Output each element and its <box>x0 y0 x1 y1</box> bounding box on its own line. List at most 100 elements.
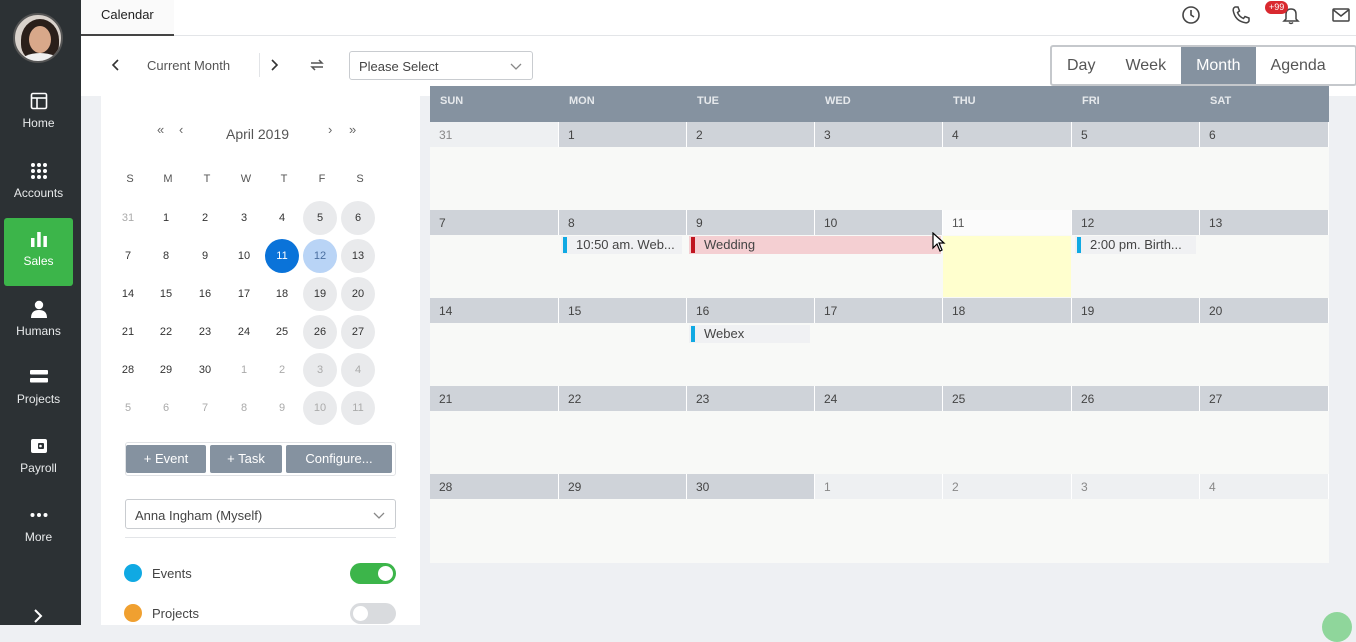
tab-calendar[interactable]: Calendar <box>81 0 174 36</box>
sidebar-item-humans[interactable]: Humans <box>4 288 73 356</box>
view-month-button[interactable]: Month <box>1181 47 1256 84</box>
day-cell[interactable]: 5 <box>1072 122 1200 147</box>
sidebar-item-sales[interactable]: Sales <box>4 218 73 286</box>
mini-day[interactable]: 14 <box>111 277 145 311</box>
day-cell[interactable]: 1 <box>559 122 687 147</box>
event-webinar[interactable]: 10:50 am. Web... <box>561 236 682 254</box>
mini-day[interactable]: 29 <box>149 353 183 387</box>
event-webex[interactable]: Webex <box>689 325 810 343</box>
mini-day[interactable]: 7 <box>111 239 145 273</box>
mini-day[interactable]: 6 <box>341 201 375 235</box>
mini-day[interactable]: 2 <box>188 201 222 235</box>
next-period-button[interactable] <box>263 54 285 76</box>
clock-icon[interactable] <box>1181 5 1201 25</box>
mini-day[interactable]: 22 <box>149 315 183 349</box>
day-cell[interactable]: 4 <box>1200 474 1329 499</box>
day-cell[interactable]: 28 <box>430 474 559 499</box>
mini-day[interactable]: 28 <box>111 353 145 387</box>
day-cell[interactable]: 20 <box>1200 298 1329 323</box>
mini-prev-year-button[interactable]: « <box>157 122 164 137</box>
mini-day[interactable]: 3 <box>303 353 337 387</box>
mini-day[interactable]: 23 <box>188 315 222 349</box>
mini-day[interactable]: 16 <box>188 277 222 311</box>
mini-day[interactable]: 24 <box>227 315 261 349</box>
day-cell[interactable]: 3 <box>815 122 943 147</box>
day-cell[interactable]: 29 <box>559 474 687 499</box>
mini-next-year-button[interactable]: » <box>349 122 356 137</box>
add-event-button[interactable]: + Event <box>126 445 206 473</box>
mini-day[interactable]: 15 <box>149 277 183 311</box>
day-cell[interactable]: 14 <box>430 298 559 323</box>
day-cell[interactable]: 11 <box>943 210 1072 235</box>
day-cell[interactable]: 4 <box>943 122 1072 147</box>
mini-day[interactable]: 9 <box>188 239 222 273</box>
sidebar-item-accounts[interactable]: Accounts <box>4 150 73 218</box>
mini-day[interactable]: 25 <box>265 315 299 349</box>
mini-day[interactable]: 2 <box>265 353 299 387</box>
day-cell[interactable]: 18 <box>943 298 1072 323</box>
day-cell[interactable]: 26 <box>1072 386 1200 411</box>
mini-prev-month-button[interactable]: ‹ <box>179 122 183 137</box>
mini-day[interactable]: 27 <box>341 315 375 349</box>
sidebar-item-home[interactable]: Home <box>4 80 73 148</box>
mini-day[interactable]: 1 <box>227 353 261 387</box>
mini-day[interactable]: 19 <box>303 277 337 311</box>
mini-day[interactable]: 18 <box>265 277 299 311</box>
day-cell[interactable]: 25 <box>943 386 1072 411</box>
user-select[interactable]: Anna Ingham (Myself) <box>125 499 396 529</box>
mini-day[interactable]: 26 <box>303 315 337 349</box>
day-cell[interactable]: 8 <box>559 210 687 235</box>
add-task-button[interactable]: + Task <box>210 445 282 473</box>
mini-day[interactable]: 13 <box>341 239 375 273</box>
mini-day[interactable]: 30 <box>188 353 222 387</box>
avatar[interactable] <box>13 13 63 63</box>
day-cell[interactable]: 31 <box>430 122 559 147</box>
day-cell[interactable]: 15 <box>559 298 687 323</box>
mini-next-month-button[interactable]: › <box>328 122 332 137</box>
mini-day[interactable]: 6 <box>149 391 183 425</box>
mini-day[interactable]: 21 <box>111 315 145 349</box>
mini-day[interactable]: 5 <box>303 201 337 235</box>
day-cell[interactable]: 10 <box>815 210 943 235</box>
sidebar-item-projects[interactable]: Projects <box>4 356 73 424</box>
mini-day[interactable]: 8 <box>227 391 261 425</box>
day-cell[interactable]: 2 <box>943 474 1072 499</box>
mini-day[interactable]: 7 <box>188 391 222 425</box>
refresh-icon[interactable] <box>306 54 328 76</box>
mini-day[interactable]: 20 <box>341 277 375 311</box>
day-cell[interactable]: 22 <box>559 386 687 411</box>
help-widget[interactable] <box>1322 612 1352 642</box>
view-week-button[interactable]: Week <box>1110 47 1181 84</box>
mini-day[interactable]: 1 <box>149 201 183 235</box>
event-wedding[interactable]: Wedding <box>689 236 941 254</box>
day-cell[interactable]: 19 <box>1072 298 1200 323</box>
day-cell[interactable]: 1 <box>815 474 943 499</box>
mini-day[interactable]: 5 <box>111 391 145 425</box>
configure-button[interactable]: Configure... <box>286 445 392 473</box>
day-cell[interactable]: 6 <box>1200 122 1329 147</box>
day-cell[interactable]: 21 <box>430 386 559 411</box>
current-period-label[interactable]: Current Month <box>147 58 230 73</box>
mail-icon[interactable] <box>1331 5 1351 25</box>
mini-day[interactable]: 17 <box>227 277 261 311</box>
events-toggle[interactable] <box>350 563 396 584</box>
mini-day[interactable]: 11 <box>265 239 299 273</box>
day-cell[interactable]: 23 <box>687 386 815 411</box>
day-cell[interactable]: 16 <box>687 298 815 323</box>
projects-toggle[interactable] <box>350 603 396 624</box>
mini-day[interactable]: 4 <box>265 201 299 235</box>
day-cell[interactable]: 17 <box>815 298 943 323</box>
mini-day[interactable]: 11 <box>341 391 375 425</box>
mini-day[interactable]: 12 <box>303 239 337 273</box>
day-cell[interactable]: 2 <box>687 122 815 147</box>
day-cell[interactable]: 13 <box>1200 210 1329 235</box>
phone-icon[interactable] <box>1231 5 1251 25</box>
event-birthday[interactable]: 2:00 pm. Birth... <box>1075 236 1196 254</box>
sidebar-item-payroll[interactable]: Payroll <box>4 425 73 493</box>
prev-period-button[interactable] <box>105 54 127 76</box>
mini-day[interactable]: 3 <box>227 201 261 235</box>
view-agenda-button[interactable]: Agenda <box>1256 47 1341 84</box>
day-cell[interactable]: 24 <box>815 386 943 411</box>
day-cell[interactable]: 30 <box>687 474 815 499</box>
mini-day[interactable]: 4 <box>341 353 375 387</box>
